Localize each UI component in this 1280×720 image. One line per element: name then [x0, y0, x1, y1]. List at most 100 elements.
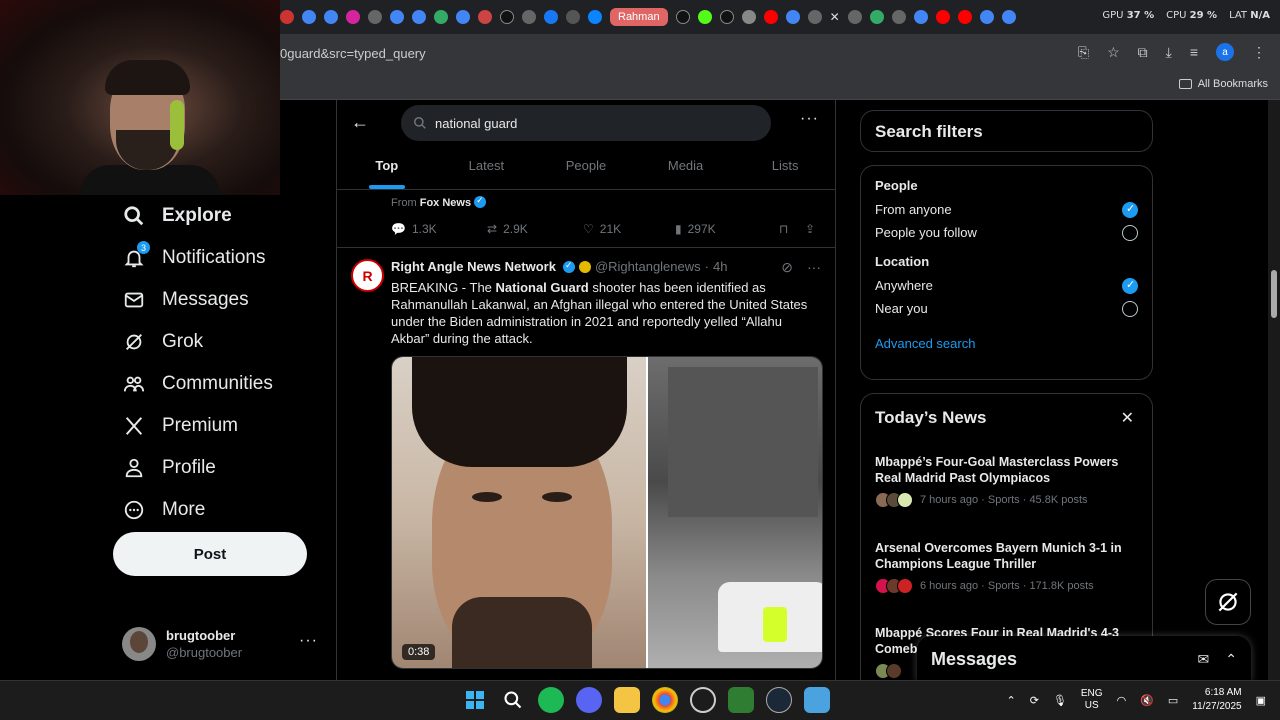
nav-profile[interactable]: Profile	[112, 447, 332, 489]
tab-favicon[interactable]	[324, 10, 338, 24]
tab-favicon[interactable]	[891, 10, 906, 24]
filter-anywhere[interactable]: Anywhere	[875, 274, 1138, 297]
install-app-icon[interactable]: ⎘	[1078, 44, 1089, 61]
share-button[interactable]: ⇪	[805, 222, 815, 236]
tab-favicon[interactable]	[1001, 10, 1016, 24]
tab-favicon[interactable]	[847, 10, 862, 24]
from-source[interactable]: Fox News	[420, 197, 471, 209]
author-avatar[interactable]: R	[351, 259, 384, 292]
url-field[interactable]: 0guard&src=typed_query	[280, 46, 426, 61]
app-icon[interactable]	[728, 687, 754, 713]
tab-favicon[interactable]	[719, 10, 734, 24]
steam-icon[interactable]	[766, 687, 792, 713]
tab-favicon[interactable]	[478, 10, 492, 24]
sync-icon[interactable]: ⟳	[1030, 694, 1039, 707]
grok-icon[interactable]: ⊘	[781, 259, 793, 276]
tab-favicon[interactable]	[957, 10, 972, 24]
windows-start-icon[interactable]	[462, 687, 488, 713]
tab-favicon[interactable]	[935, 10, 950, 24]
more-dots-icon[interactable]: ···	[800, 110, 819, 128]
page-scrollbar[interactable]	[1268, 100, 1280, 680]
tab-favicon[interactable]	[280, 10, 294, 24]
search-input[interactable]: national guard	[401, 105, 771, 141]
radio-unchecked[interactable]	[1122, 300, 1138, 317]
radio-unchecked[interactable]	[1122, 224, 1138, 241]
reading-list-icon[interactable]: ≡	[1190, 44, 1198, 60]
more-dots-icon[interactable]: ···	[299, 632, 318, 650]
new-message-icon[interactable]: ✉	[1198, 651, 1210, 668]
nav-communities[interactable]: Communities	[112, 363, 332, 405]
tab-favicon[interactable]	[697, 10, 712, 24]
messages-drawer[interactable]: Messages ✉ ⌃	[917, 636, 1251, 682]
bookmark-button[interactable]: ⊓	[779, 222, 805, 236]
scrollbar-thumb[interactable]	[1271, 270, 1277, 318]
author-handle[interactable]: @Rightanglenews	[595, 259, 701, 274]
file-explorer-icon[interactable]	[614, 687, 640, 713]
filter-people-you-follow[interactable]: People you follow	[875, 221, 1138, 244]
radio-checked[interactable]	[1122, 201, 1138, 218]
tab-favicon[interactable]	[979, 10, 994, 24]
tweet-time[interactable]: 4h	[713, 259, 727, 274]
news-item[interactable]: Arsenal Overcomes Bayern Munich 3-1 in C…	[875, 540, 1140, 594]
discord-icon[interactable]	[576, 687, 602, 713]
views-button[interactable]: ▮ 297K	[675, 222, 779, 236]
grok-floating-button[interactable]	[1205, 579, 1251, 625]
chevron-up-icon[interactable]: ⌃	[1006, 694, 1015, 707]
search-icon[interactable]	[500, 687, 526, 713]
tab-favicon[interactable]	[412, 10, 426, 24]
tweet[interactable]: R Right Angle News Network @Rightanglene…	[337, 249, 835, 679]
tab-favicon[interactable]	[869, 10, 884, 24]
nav-explore[interactable]: Explore	[112, 195, 332, 237]
volume-muted-icon[interactable]: 🔇	[1140, 694, 1154, 707]
expand-chevron-icon[interactable]: ⌃	[1225, 651, 1237, 668]
tab-people[interactable]: People	[536, 152, 636, 189]
tab-favicon[interactable]	[675, 10, 690, 24]
like-button[interactable]: ♡ 21K	[583, 222, 675, 236]
tab-favicon[interactable]	[913, 10, 928, 24]
bookmark-star-icon[interactable]: ☆	[1107, 44, 1120, 61]
author-name[interactable]: Right Angle News Network	[391, 259, 556, 274]
tab-favicon[interactable]	[522, 10, 536, 24]
tab-favicon[interactable]	[785, 10, 800, 24]
tab-favicon[interactable]	[390, 10, 404, 24]
nav-more[interactable]: More	[112, 489, 332, 531]
spotify-icon[interactable]	[538, 687, 564, 713]
tab-media[interactable]: Media	[636, 152, 736, 189]
wifi-icon[interactable]: ◠	[1117, 694, 1127, 707]
tab-top[interactable]: Top	[337, 152, 437, 189]
chrome-icon[interactable]	[652, 687, 678, 713]
photos-icon[interactable]	[804, 687, 830, 713]
filter-from-anyone[interactable]: From anyone	[875, 198, 1138, 221]
clock[interactable]: 6:18 AM 11/27/2025	[1192, 686, 1241, 714]
battery-icon[interactable]: ▭	[1168, 694, 1178, 707]
extensions-icon[interactable]: ⧉	[1138, 44, 1148, 61]
filter-near-you[interactable]: Near you	[875, 297, 1138, 320]
microphone-icon[interactable]: 🎙	[1053, 694, 1067, 707]
reply-button[interactable]: 💬 1.3K	[391, 222, 487, 236]
tab-latest[interactable]: Latest	[437, 152, 537, 189]
tab-favicon[interactable]	[456, 10, 470, 24]
language-indicator[interactable]: ENG US	[1081, 688, 1103, 712]
tab-favicon[interactable]	[302, 10, 316, 24]
advanced-search-link[interactable]: Advanced search	[875, 336, 1138, 351]
close-tab-icon[interactable]: ✕	[830, 10, 840, 24]
menu-kebab-icon[interactable]: ⋮	[1252, 44, 1266, 61]
profile-avatar[interactable]: a	[1216, 43, 1234, 61]
repost-button[interactable]: ⇄ 2.9K	[487, 222, 583, 236]
previous-tweet[interactable]: From Fox News 💬 1.3K ⇄ 2.9K ♡ 21K ▮ 297K ⊓ ⇪	[337, 190, 835, 248]
notification-center-icon[interactable]: ▣	[1256, 694, 1266, 707]
back-arrow-icon[interactable]: ←	[351, 112, 369, 133]
post-button[interactable]: Post	[113, 532, 307, 576]
tab-favicon[interactable]	[588, 10, 602, 24]
more-dots-icon[interactable]: ···	[807, 259, 821, 276]
tab-favicon[interactable]	[346, 10, 360, 24]
tab-favicon[interactable]	[434, 10, 448, 24]
download-icon[interactable]: ⤓	[1166, 44, 1172, 61]
tab-favicon[interactable]	[741, 10, 756, 24]
tab-favicon[interactable]	[544, 10, 558, 24]
radio-checked[interactable]	[1122, 277, 1138, 294]
tweet-video[interactable]: 0:38	[391, 356, 823, 669]
nav-messages[interactable]: Messages	[112, 279, 332, 321]
news-item[interactable]: Mbappé’s Four-Goal Masterclass Powers Re…	[875, 454, 1140, 508]
tab-favicon[interactable]	[566, 10, 580, 24]
